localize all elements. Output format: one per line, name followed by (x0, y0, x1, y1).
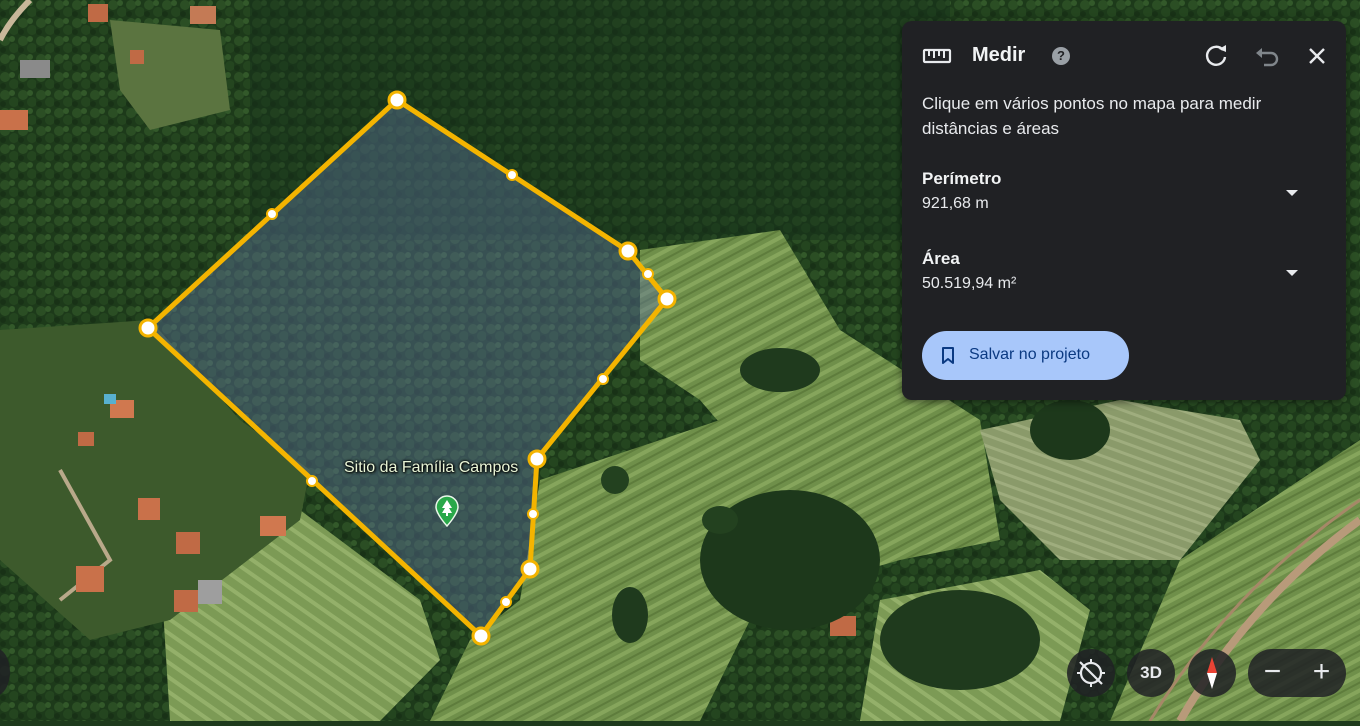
chevron-down-icon[interactable] (1284, 185, 1300, 196)
perimeter-label: Perímetro (922, 169, 1002, 188)
bookmark-icon (941, 347, 955, 365)
vertex-handle[interactable] (657, 289, 677, 309)
ruler-icon (922, 45, 952, 67)
midpoint-handle[interactable] (506, 169, 518, 181)
vertex-handle[interactable] (471, 626, 491, 646)
measured-area-polygon (148, 100, 667, 636)
vertex-handle[interactable] (387, 90, 407, 110)
instructions-text: Clique em vários pontos no mapa para med… (922, 94, 1262, 138)
measure-panel: Medir ? Clique em vários pontos no mapa … (902, 21, 1346, 400)
chevron-down-icon[interactable] (1284, 265, 1300, 276)
vertex-handle[interactable] (520, 559, 540, 579)
midpoint-handle[interactable] (597, 373, 609, 385)
vertex-handle[interactable] (527, 449, 547, 469)
vertex-handle[interactable] (618, 241, 638, 261)
area-value: 50.519,94 m² (922, 275, 1017, 292)
midpoint-handle[interactable] (306, 475, 318, 487)
perimeter-row[interactable]: Perímetro 921,68 m (902, 169, 1346, 229)
help-icon[interactable]: ? (1052, 47, 1070, 65)
close-icon[interactable] (1302, 41, 1332, 71)
panel-title: Medir (972, 44, 1026, 66)
zoom-controls: − + (1248, 649, 1346, 697)
zoom-in-button[interactable]: + (1297, 649, 1346, 697)
tree-pin-icon[interactable] (435, 495, 459, 528)
zoom-out-button[interactable]: − (1248, 649, 1297, 697)
midpoint-handle[interactable] (500, 596, 512, 608)
vertex-handle[interactable] (138, 318, 158, 338)
panel-header: Medir ? (902, 21, 1346, 91)
compass-icon[interactable] (1188, 649, 1236, 697)
save-button-label: Salvar no projeto (969, 346, 1090, 363)
tilt-off-icon[interactable] (1067, 649, 1115, 697)
midpoint-handle[interactable] (642, 268, 654, 280)
view-3d-button[interactable]: 3D (1127, 649, 1175, 697)
save-to-project-button[interactable]: Salvar no projeto (922, 331, 1129, 380)
area-label: Área (922, 249, 960, 268)
midpoint-handle[interactable] (266, 208, 278, 220)
perimeter-value: 921,68 m (922, 195, 989, 212)
undo-icon[interactable] (1252, 41, 1282, 71)
refresh-icon[interactable] (1201, 41, 1231, 71)
area-row[interactable]: Área 50.519,94 m² (902, 249, 1346, 309)
midpoint-handle[interactable] (527, 508, 539, 520)
place-label[interactable]: Sitio da Família Campos (344, 459, 518, 477)
